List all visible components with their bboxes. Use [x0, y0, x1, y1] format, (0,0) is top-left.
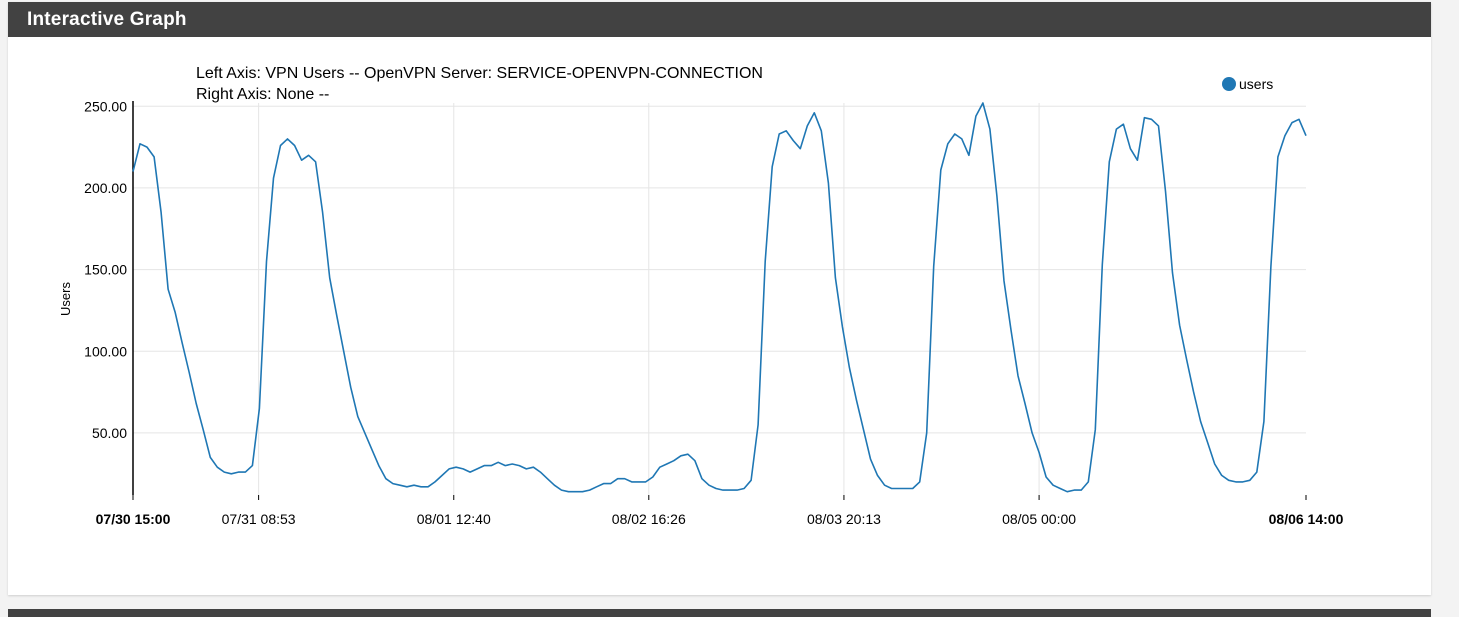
y-tick-label: 50.00	[92, 425, 127, 441]
y-tick-label: 150.00	[84, 262, 127, 278]
panel-title: Interactive Graph	[8, 2, 1431, 37]
y-axis-label: Users	[58, 282, 73, 316]
legend-label-users: users	[1239, 76, 1273, 92]
x-tick-label: 07/30 15:00	[96, 511, 171, 527]
x-tick-label: 07/31 08:53	[222, 511, 296, 527]
chart-container: 50.00 100.00 150.00 200.00 250.00 07/30 15:00…	[8, 37, 1431, 595]
next-panel-heading	[8, 609, 1431, 617]
interactive-graph-panel: Interactive Graph 50.00 100.00 150.00 200.0…	[8, 2, 1431, 595]
x-tick-label: 08/02 16:26	[612, 511, 686, 527]
legend-swatch-users	[1222, 77, 1236, 91]
grid-layer	[133, 103, 1306, 495]
x-tick-label: 08/03 20:13	[807, 511, 881, 527]
y-tick-label: 200.00	[84, 180, 127, 196]
legend[interactable]: users	[1222, 76, 1273, 92]
y-tick-label: 100.00	[84, 343, 127, 359]
left-axis-title: Left Axis: VPN Users -- OpenVPN Server: …	[196, 65, 763, 82]
axis-layer: 50.00 100.00 150.00 200.00 250.00 07/30 15:00…	[84, 98, 1343, 527]
right-axis-title: Right Axis: None --	[196, 86, 329, 103]
x-tick-label: 08/01 12:40	[417, 511, 491, 527]
x-tick-label: 08/05 00:00	[1002, 511, 1076, 527]
y-tick-label: 250.00	[84, 98, 127, 114]
x-tick-label: 08/06 14:00	[1269, 511, 1344, 527]
line-chart[interactable]: 50.00 100.00 150.00 200.00 250.00 07/30 15:00…	[8, 37, 1431, 595]
